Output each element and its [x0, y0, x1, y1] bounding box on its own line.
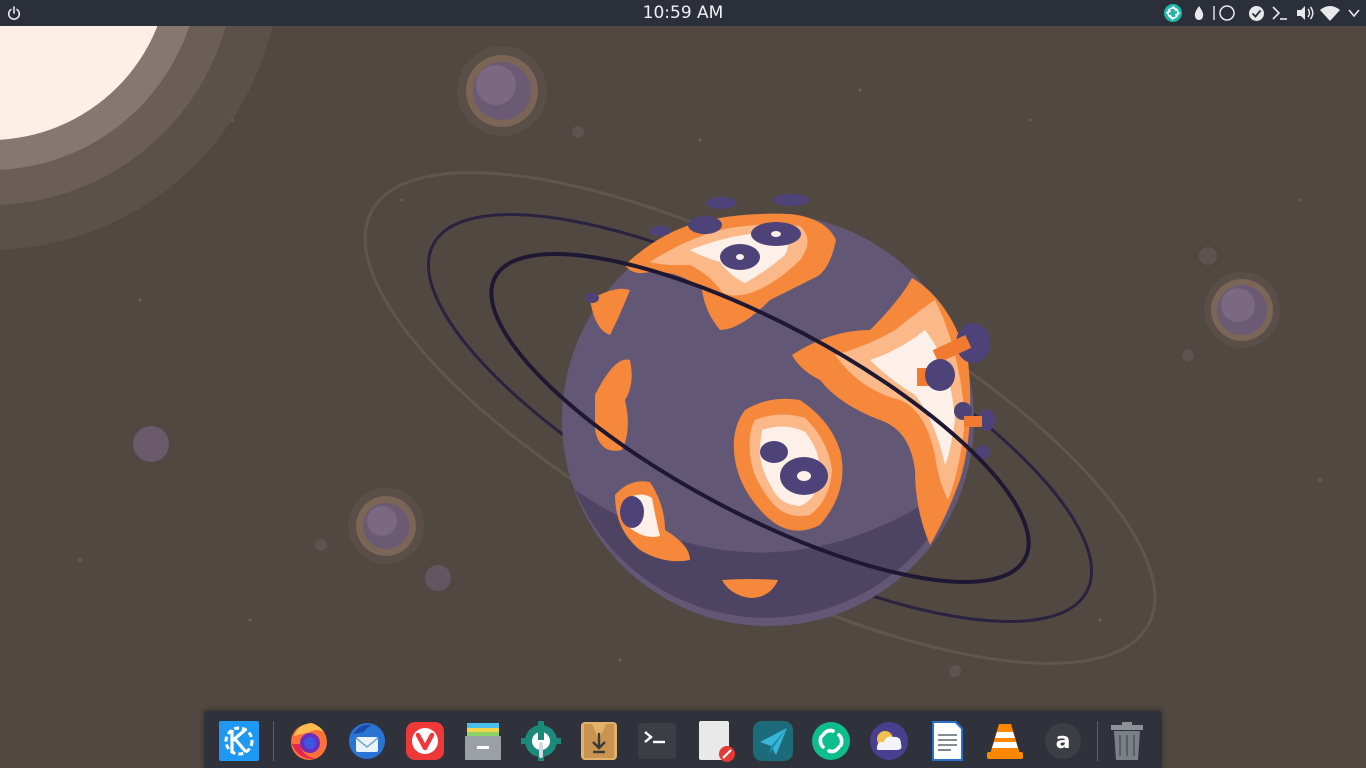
- software-center-icon: [581, 722, 617, 760]
- dock-item-weather[interactable]: Weather: [868, 720, 910, 762]
- dock-item-vivaldi[interactable]: Vivaldi: [404, 720, 446, 762]
- svg-text:a: a: [1056, 729, 1071, 754]
- amazon-icon: a: [1045, 723, 1081, 759]
- dock: KDE Application Launcher Firefox Thunder…: [204, 711, 1162, 768]
- color-picker-drop-icon: [1194, 6, 1204, 20]
- vlc-icon: [987, 724, 1023, 759]
- screenshot-app-button[interactable]: [1162, 3, 1184, 23]
- weather-icon: [870, 722, 908, 760]
- small-planet-right: [1204, 272, 1280, 348]
- dock-item-trash[interactable]: Trash: [1106, 720, 1148, 762]
- settings-icon: [521, 721, 561, 761]
- color-picker-button[interactable]: [1191, 3, 1207, 23]
- moonlet: [133, 426, 169, 462]
- wifi-icon: [1320, 5, 1340, 21]
- dock-item-element[interactable]: Element: [810, 720, 852, 762]
- activity-button[interactable]: [1210, 3, 1238, 23]
- dock-item-kde-launcher[interactable]: KDE Application Launcher: [218, 720, 260, 762]
- dock-item-thunderbird[interactable]: Thunderbird: [346, 720, 388, 762]
- moonlet: [425, 565, 451, 591]
- text-editor-icon: [699, 721, 735, 762]
- chevron-down-icon: [1348, 9, 1360, 18]
- clock[interactable]: 10:59 AM: [583, 2, 783, 24]
- dock-item-software-center[interactable]: Software Center: [578, 720, 620, 762]
- dock-item-text-editor[interactable]: Text Editor: [694, 720, 736, 762]
- firefox-icon: [291, 723, 327, 760]
- dock-separator: [273, 721, 274, 761]
- dock-item-settings[interactable]: System Settings: [520, 720, 562, 762]
- screenshot-app-icon: [1164, 4, 1182, 22]
- dock-item-file-manager[interactable]: File Manager: [462, 720, 504, 762]
- small-planet-left: [348, 488, 424, 564]
- dock-item-firefox[interactable]: Firefox: [288, 720, 330, 762]
- writer-icon: [932, 721, 963, 761]
- console-icon: [1272, 6, 1287, 20]
- top-panel: 10:59 AM: [0, 0, 1366, 26]
- console-button[interactable]: [1270, 3, 1290, 23]
- thunderbird-icon: [349, 723, 385, 759]
- dock-item-vlc[interactable]: VLC: [984, 720, 1026, 762]
- power-icon: [7, 6, 21, 20]
- volume-icon: [1297, 6, 1314, 20]
- dock-item-telegram[interactable]: Telegram: [752, 720, 794, 762]
- dock-separator: [1097, 721, 1098, 761]
- wifi-button[interactable]: [1318, 3, 1342, 23]
- activity-circle-icon: [1213, 5, 1235, 21]
- updates-button[interactable]: [1246, 3, 1266, 23]
- small-planet-top: [457, 46, 547, 136]
- telegram-icon: [753, 721, 793, 761]
- updates-check-icon: [1248, 5, 1264, 21]
- volume-button[interactable]: [1294, 3, 1316, 23]
- file-manager-icon: [465, 723, 501, 760]
- desktop-wallpaper: [0, 0, 1366, 768]
- trash-icon: [1111, 722, 1143, 760]
- dock-item-terminal[interactable]: Terminal: [636, 720, 678, 762]
- element-icon: [812, 722, 850, 760]
- kde-icon: [219, 721, 259, 761]
- vivaldi-icon: [406, 722, 444, 760]
- power-button[interactable]: [4, 3, 24, 23]
- system-menu-button[interactable]: [1344, 3, 1364, 23]
- dock-item-amazon[interactable]: Amazon a: [1042, 720, 1084, 762]
- dock-item-writer[interactable]: Writer: [926, 720, 968, 762]
- terminal-icon: [638, 723, 676, 759]
